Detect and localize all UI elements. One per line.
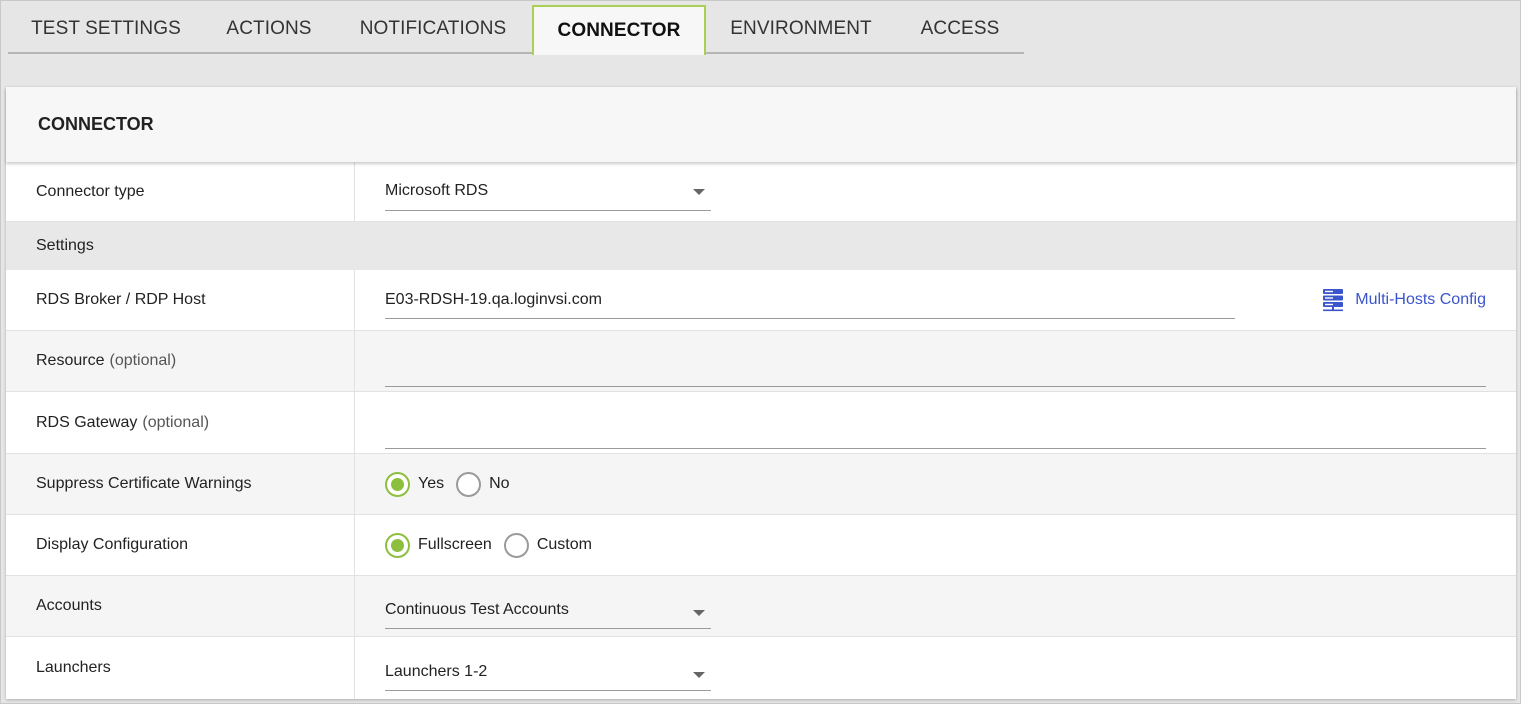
resource-value-cell <box>355 331 1516 391</box>
chevron-down-icon <box>693 188 705 195</box>
radio-checked-icon <box>385 471 410 497</box>
settings-section-header: Settings <box>6 222 1516 270</box>
rds-broker-value-cell: Multi-Hosts Config <box>355 270 1516 330</box>
suppress-cert-row: Suppress Certificate Warnings Yes No <box>6 454 1516 515</box>
display-custom-radio[interactable]: Custom <box>503 532 592 558</box>
display-fullscreen-radio[interactable]: Fullscreen <box>385 532 492 558</box>
display-config-value-cell: Fullscreen Custom <box>355 515 1516 575</box>
display-custom-label: Custom <box>536 536 592 553</box>
launchers-row: Launchers Launchers 1-2 <box>6 637 1516 699</box>
suppress-cert-radio-group: Yes No <box>385 471 522 497</box>
rds-gateway-input[interactable] <box>385 410 1486 449</box>
suppress-cert-value-cell: Yes No <box>355 454 1516 514</box>
resource-optional-hint: (optional) <box>109 352 177 369</box>
connector-type-select[interactable]: Microsoft RDS <box>385 173 711 211</box>
launchers-selected: Launchers 1-2 <box>385 662 488 680</box>
radio-unchecked-icon <box>503 532 529 558</box>
rds-gateway-value-cell <box>355 392 1516 453</box>
suppress-cert-no-label: No <box>489 475 510 492</box>
tab-access[interactable]: ACCESS <box>896 6 1024 54</box>
rds-broker-label: RDS Broker / RDP Host <box>6 270 355 330</box>
suppress-cert-no-radio[interactable]: No <box>456 471 510 497</box>
radio-unchecked-icon <box>456 471 482 497</box>
resource-label-text: Resource <box>36 352 105 369</box>
connector-panel: CONNECTOR Connector type Microsoft RDS S… <box>6 87 1516 699</box>
rds-gateway-label: RDS Gateway (optional) <box>6 392 355 453</box>
display-config-row: Display Configuration Fullscreen Custom <box>6 515 1516 576</box>
resource-label: Resource (optional) <box>6 331 355 391</box>
tab-bar: TEST SETTINGS ACTIONS NOTIFICATIONS CONN… <box>8 5 1024 55</box>
chevron-down-icon <box>693 610 705 616</box>
display-config-radio-group: Fullscreen Custom <box>385 532 604 558</box>
rds-gateway-row: RDS Gateway (optional) <box>6 392 1516 454</box>
connector-type-value-cell: Microsoft RDS <box>355 162 1516 221</box>
rds-gateway-optional-hint: (optional) <box>142 413 210 431</box>
launchers-label: Launchers <box>6 637 355 699</box>
suppress-cert-yes-label: Yes <box>418 475 445 492</box>
display-config-label: Display Configuration <box>6 515 355 575</box>
tab-test-settings[interactable]: TEST SETTINGS <box>8 6 204 54</box>
accounts-selected: Continuous Test Accounts <box>385 600 569 618</box>
server-stack-icon <box>1323 289 1344 312</box>
tab-environment[interactable]: ENVIRONMENT <box>706 6 896 54</box>
rds-broker-row: RDS Broker / RDP Host Multi-Hosts Config <box>6 270 1516 331</box>
launchers-value-cell: Launchers 1-2 <box>355 637 1516 699</box>
panel-title: CONNECTOR <box>6 87 1516 162</box>
chevron-down-icon <box>693 672 705 678</box>
tab-connector[interactable]: CONNECTOR <box>532 5 706 55</box>
tab-notifications[interactable]: NOTIFICATIONS <box>334 6 532 54</box>
launchers-select[interactable]: Launchers 1-2 <box>385 653 711 691</box>
connector-type-label: Connector type <box>6 162 355 221</box>
connector-type-selected: Microsoft RDS <box>385 182 489 199</box>
resource-row: Resource (optional) <box>6 331 1516 392</box>
multi-hosts-config-link[interactable]: Multi-Hosts Config <box>1322 288 1486 312</box>
accounts-row: Accounts Continuous Test Accounts <box>6 576 1516 637</box>
rds-broker-input[interactable] <box>385 281 1235 319</box>
suppress-cert-label: Suppress Certificate Warnings <box>6 454 355 514</box>
tab-actions[interactable]: ACTIONS <box>204 6 334 54</box>
resource-input[interactable] <box>385 349 1486 387</box>
accounts-value-cell: Continuous Test Accounts <box>355 576 1516 636</box>
radio-checked-icon <box>385 532 410 558</box>
display-fullscreen-label: Fullscreen <box>418 536 492 553</box>
multi-hosts-config-label: Multi-Hosts Config <box>1355 291 1486 308</box>
connector-type-row: Connector type Microsoft RDS <box>6 162 1516 222</box>
accounts-select[interactable]: Continuous Test Accounts <box>385 591 711 629</box>
accounts-label: Accounts <box>6 576 355 636</box>
rds-gateway-label-text: RDS Gateway <box>36 413 138 431</box>
suppress-cert-yes-radio[interactable]: Yes <box>385 471 445 497</box>
